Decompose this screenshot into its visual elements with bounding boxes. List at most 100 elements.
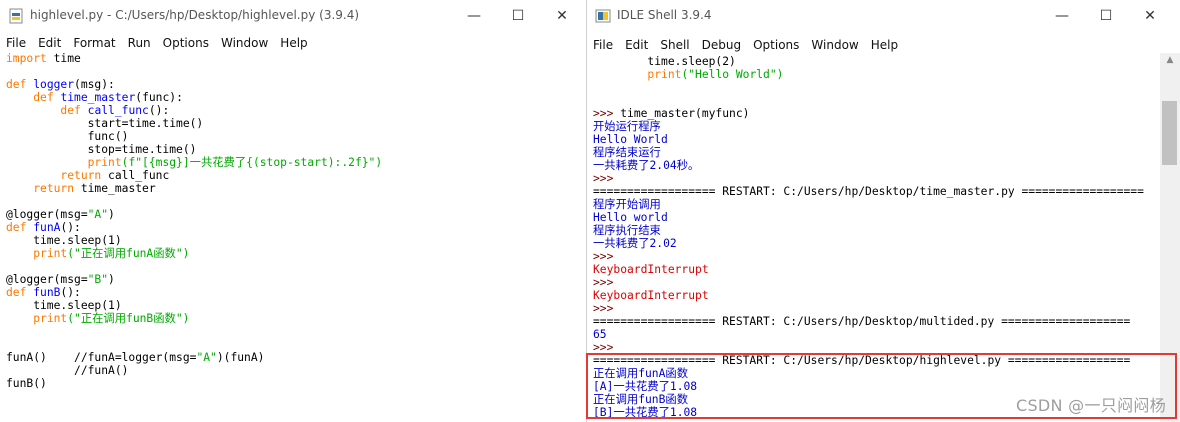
editor-code-area[interactable]: import time def logger(msg): def time_ma… [6,52,586,390]
code-token: @logger(msg= [6,273,88,286]
code-token: print [647,68,682,81]
shell-scrollbar[interactable]: ▲ [1160,53,1180,422]
menu-window[interactable]: Window [221,35,268,51]
code-line: print("正在调用funA函数") [6,247,586,260]
code-token: 正在调用funA函数 [593,367,688,380]
editor-title: highlevel.py - C:/Users/hp/Desktop/highl… [30,8,360,22]
menu-window[interactable]: Window [811,37,858,53]
code-token: //funA() [6,364,129,377]
code-token: (msg): [74,78,115,91]
code-token: func() [6,130,129,143]
code-line: time.sleep(1) [6,234,586,247]
code-token: 一共耗费了2.04秒。 [593,159,700,172]
code-line: def funB(): [6,286,586,299]
shell-line: >>> [593,341,1158,354]
menu-run[interactable]: Run [128,35,151,51]
shell-line: >>> time_master(myfunc) [593,107,1158,120]
scroll-up-icon[interactable]: ▲ [1160,55,1180,65]
shell-line: ================== RESTART: C:/Users/hp/… [593,354,1158,367]
menu-shell[interactable]: Shell [660,37,689,53]
code-token: Hello World [593,133,668,146]
code-token: funA [33,221,61,234]
shell-line: Hello World [593,133,1158,146]
code-token: >>> [593,302,614,315]
editor-titlebar[interactable]: highlevel.py - C:/Users/hp/Desktop/highl… [0,0,586,32]
maximize-button[interactable]: ☐ [1084,0,1128,32]
code-token: print [33,247,68,260]
code-token: 65 [593,328,607,341]
menu-file[interactable]: File [6,35,26,51]
code-token: def [60,104,81,117]
code-token: 正在调用funB函数 [593,393,688,406]
code-token: time.sleep(1) [6,234,122,247]
shell-line: >>> [593,250,1158,263]
code-token: def [6,286,27,299]
minimize-button[interactable]: — [452,0,496,32]
code-token: >>> [593,341,614,354]
idle-shell-icon [595,9,611,23]
shell-title: IDLE Shell 3.9.4 [617,8,712,22]
shell-titlebar[interactable]: IDLE Shell 3.9.4 — ☐ ✕ [587,0,1180,32]
shell-window: IDLE Shell 3.9.4 — ☐ ✕ File Edit Shell Debu… [587,0,1180,422]
code-line: //funA() [6,364,586,377]
code-token: (): [60,221,81,234]
minimize-button[interactable]: — [1040,0,1084,32]
code-token: 程序开始调用 [593,198,661,211]
menu-edit[interactable]: Edit [38,35,61,51]
maximize-button[interactable]: ☐ [496,0,540,32]
menu-debug[interactable]: Debug [702,37,741,53]
shell-menubar: File Edit Shell Debug Options Window Help [587,34,1180,52]
code-token: >>> [593,276,614,289]
menu-options[interactable]: Options [753,37,799,53]
code-token: time.sleep(1) [6,299,122,312]
shell-line: >>> [593,276,1158,289]
code-token: "B" [87,273,109,286]
code-token: ("Hello World") [681,68,784,81]
shell-line: 程序结束运行 [593,146,1158,159]
close-button[interactable]: ✕ [540,0,584,32]
code-token: (): [148,104,170,117]
code-token: return [33,182,75,195]
code-token: >>> [593,107,621,120]
code-token: >>> [593,172,614,185]
code-token: ================== RESTART: C:/Users/hp/… [593,354,1131,367]
code-token: >>> [593,250,614,263]
shell-line: print("Hello World") [593,68,1158,81]
code-token: (func): [135,91,183,104]
menu-help[interactable]: Help [871,37,898,53]
code-line: stop=time.time() [6,143,586,156]
menu-file[interactable]: File [593,37,613,53]
shell-output-area[interactable]: time.sleep(2) print("Hello World") >>> t… [593,55,1158,419]
code-token: funB [33,286,61,299]
menu-help[interactable]: Help [280,35,307,51]
python-file-icon [9,8,23,24]
code-token: time_master(myfunc) [620,107,750,120]
shell-line: >>> [593,172,1158,185]
code-line: return time_master [6,182,586,195]
code-token: [B]一共花费了1.08 [593,406,698,419]
code-line: def logger(msg): [6,78,586,91]
code-line: funA() //funA=logger(msg="A")(funA) [6,351,586,364]
shell-line: KeyboardInterrupt [593,263,1158,276]
code-token: 一共耗费了2.02 [593,237,677,250]
scrollbar-thumb[interactable] [1162,101,1177,165]
menu-options[interactable]: Options [163,35,209,51]
code-line: def funA(): [6,221,586,234]
close-button[interactable]: ✕ [1128,0,1172,32]
menu-edit[interactable]: Edit [625,37,648,53]
code-token: "A" [87,208,109,221]
code-token: logger [33,78,75,91]
menu-format[interactable]: Format [73,35,115,51]
code-token: print [87,156,122,169]
code-token: (): [60,286,81,299]
